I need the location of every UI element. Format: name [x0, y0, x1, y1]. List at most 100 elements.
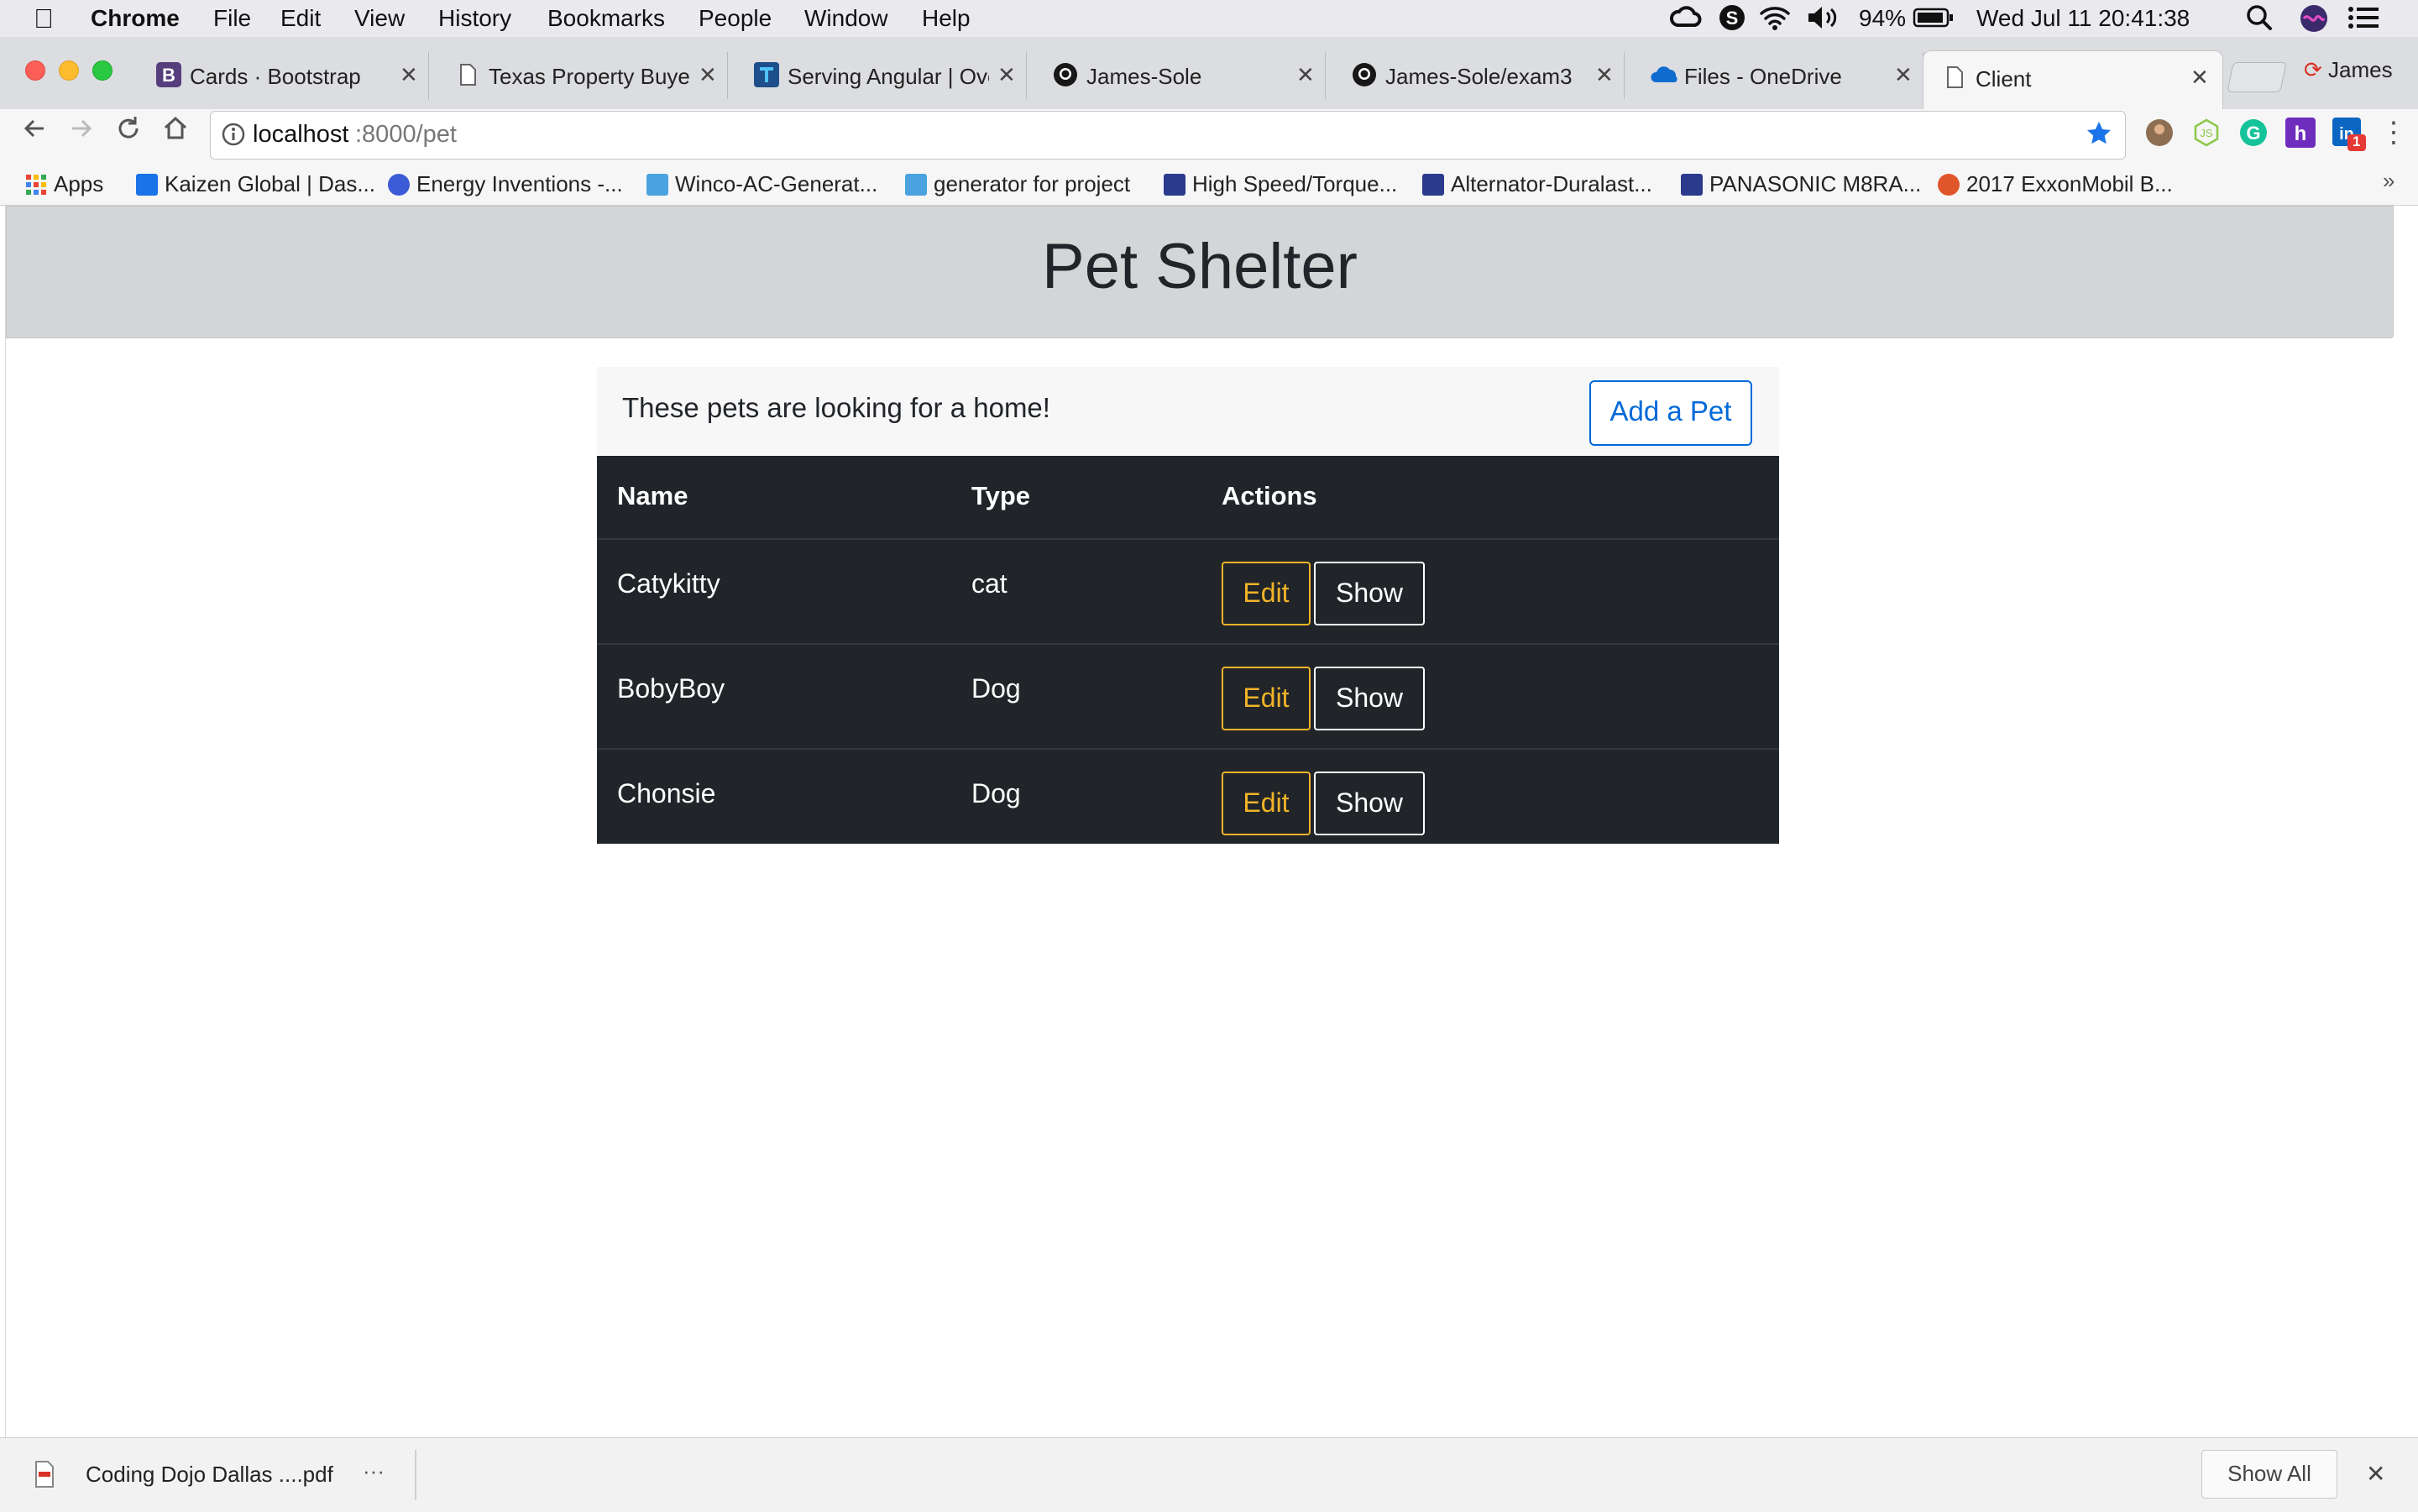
shop-icon: [1681, 174, 1703, 196]
edit-button[interactable]: Edit: [1222, 667, 1311, 730]
menu-app-name[interactable]: Chrome: [91, 5, 180, 32]
tab-close-icon[interactable]: ✕: [400, 62, 418, 88]
shop-icon: [1164, 174, 1185, 196]
profile-name: James: [2328, 57, 2393, 82]
jumbotron: Pet Shelter: [6, 206, 2394, 338]
menu-history[interactable]: History: [438, 5, 511, 32]
tab-close-icon[interactable]: ✕: [1296, 62, 1315, 88]
address-bar[interactable]: localhost :8000/pet: [210, 111, 2126, 160]
battery-icon[interactable]: [1913, 7, 1955, 34]
menu-people[interactable]: People: [699, 5, 772, 32]
extension-honey-icon[interactable]: h: [2285, 118, 2316, 152]
window-minimize-button[interactable]: [59, 60, 79, 81]
table-row: Chonsie Dog Edit Show: [597, 748, 1779, 855]
edit-button[interactable]: Edit: [1222, 772, 1311, 835]
skype-icon[interactable]: S: [1718, 3, 1746, 38]
forward-button[interactable]: [67, 114, 96, 150]
add-pet-button[interactable]: Add a Pet: [1589, 380, 1752, 446]
volume-icon[interactable]: [1805, 3, 1842, 38]
bookmark-high-speed-torque[interactable]: High Speed/Torque...: [1164, 171, 1397, 197]
pet-name: BobyBoy: [617, 673, 725, 704]
column-header-name: Name: [617, 481, 688, 510]
bookmark-energy-inventions[interactable]: Energy Inventions -...: [388, 171, 623, 197]
notification-center-icon[interactable]: [2347, 5, 2381, 36]
tab-james-sole-exam3[interactable]: James-Sole/exam3 ✕: [1333, 52, 1625, 99]
tab-cards-bootstrap[interactable]: B Cards · Bootstrap ✕: [138, 52, 429, 99]
extension-linkedin-icon[interactable]: in 1: [2332, 118, 2366, 155]
bookmark-label: 2017 ExxonMobil B...: [1966, 171, 2173, 196]
menu-view[interactable]: View: [354, 5, 405, 32]
siri-icon[interactable]: [2299, 3, 2329, 39]
svg-text:B: B: [162, 65, 175, 86]
show-all-button[interactable]: Show All: [2201, 1450, 2337, 1499]
extension-grammarly-icon[interactable]: G: [2238, 118, 2269, 152]
menu-help[interactable]: Help: [922, 5, 971, 32]
clock[interactable]: Wed Jul 11 20:41:38: [1976, 5, 2190, 32]
bookmark-exxonmobil[interactable]: 2017 ExxonMobil B...: [1938, 171, 2173, 197]
tab-close-icon[interactable]: ✕: [997, 62, 1016, 88]
profile-button[interactable]: ⟳ James: [2304, 57, 2393, 83]
bookmark-winco[interactable]: Winco-AC-Generat...: [646, 171, 877, 197]
menu-bookmarks[interactable]: Bookmarks: [547, 5, 665, 32]
svg-text:h: h: [2295, 123, 2307, 145]
linkedin-badge-count: 1: [2353, 133, 2361, 149]
tab-client[interactable]: Client ✕: [1923, 50, 2223, 110]
tab-title: James-Sole: [1086, 64, 1202, 89]
tab-james-sole[interactable]: James-Sole ✕: [1034, 52, 1326, 99]
card-header: These pets are looking for a home! Add a…: [597, 367, 1779, 456]
bookmark-apps[interactable]: Apps: [25, 171, 103, 197]
window-zoom-button[interactable]: [92, 60, 113, 81]
back-button[interactable]: [20, 114, 49, 150]
pet-type: Dog: [971, 778, 1021, 808]
new-tab-button[interactable]: [2227, 62, 2287, 92]
extension-avatar-icon[interactable]: [2144, 118, 2175, 152]
bookmark-panasonic[interactable]: PANASONIC M8RA...: [1681, 171, 1921, 197]
column-header-actions: Actions: [1222, 481, 1317, 510]
tab-close-icon[interactable]: ✕: [1894, 62, 1913, 88]
pet-name: Catykitty: [617, 568, 720, 599]
browser-menu-icon[interactable]: ⋮: [2379, 116, 2408, 149]
menu-window[interactable]: Window: [804, 5, 888, 32]
download-item[interactable]: Coding Dojo Dallas ....pdf ···: [0, 1438, 411, 1512]
profile-sync-icon: ⟳: [2304, 57, 2322, 82]
creative-cloud-icon[interactable]: [1669, 3, 1703, 39]
download-more-icon[interactable]: ···: [363, 1458, 385, 1484]
bookmark-alternator-duralast[interactable]: Alternator-Duralast...: [1422, 171, 1652, 197]
menu-edit[interactable]: Edit: [280, 5, 321, 32]
close-shelf-icon[interactable]: ✕: [2366, 1460, 2385, 1488]
show-button[interactable]: Show: [1314, 667, 1425, 730]
home-button[interactable]: [161, 114, 190, 150]
url-host: localhost: [253, 121, 349, 148]
info-icon[interactable]: [221, 122, 246, 154]
bookmark-kaizen[interactable]: Kaizen Global | Das...: [136, 171, 375, 197]
bookmarks-overflow-chevron-icon[interactable]: »: [2383, 168, 2394, 194]
tab-title: Cards · Bootstrap: [190, 64, 361, 89]
show-button[interactable]: Show: [1314, 562, 1425, 625]
apple-icon[interactable]: : [34, 3, 54, 34]
firebase-icon: [754, 62, 779, 87]
tab-close-icon[interactable]: ✕: [1595, 62, 1614, 88]
edit-button[interactable]: Edit: [1222, 562, 1311, 625]
tab-texas-property[interactable]: Texas Property Buyer ✕: [437, 52, 728, 99]
tab-close-icon[interactable]: ✕: [699, 62, 717, 88]
tab-files-onedrive[interactable]: Files - OneDrive ✕: [1632, 52, 1923, 99]
menu-file[interactable]: File: [213, 5, 251, 32]
pet-type: Dog: [971, 673, 1021, 704]
wifi-icon[interactable]: [1758, 3, 1792, 38]
bookmark-label: PANASONIC M8RA...: [1709, 171, 1922, 196]
github-icon: [1053, 62, 1078, 87]
tab-serving-angular[interactable]: Serving Angular | Ove ✕: [735, 52, 1027, 99]
tab-title: Client: [1976, 66, 2032, 92]
shop-icon: [1422, 174, 1444, 196]
reload-button[interactable]: [114, 114, 143, 150]
spotlight-search-icon[interactable]: [2245, 3, 2274, 38]
tab-title: Files - OneDrive: [1684, 64, 1842, 89]
bookmark-generator-project[interactable]: generator for project: [905, 171, 1130, 197]
tab-close-icon[interactable]: ✕: [2190, 65, 2209, 91]
window-close-button[interactable]: [25, 60, 45, 81]
kaizen-icon: [136, 174, 158, 196]
svg-text:S: S: [1726, 8, 1739, 29]
show-button[interactable]: Show: [1314, 772, 1425, 835]
bookmark-star-icon[interactable]: [2085, 119, 2113, 154]
extension-nodejs-icon[interactable]: JS: [2191, 118, 2222, 152]
